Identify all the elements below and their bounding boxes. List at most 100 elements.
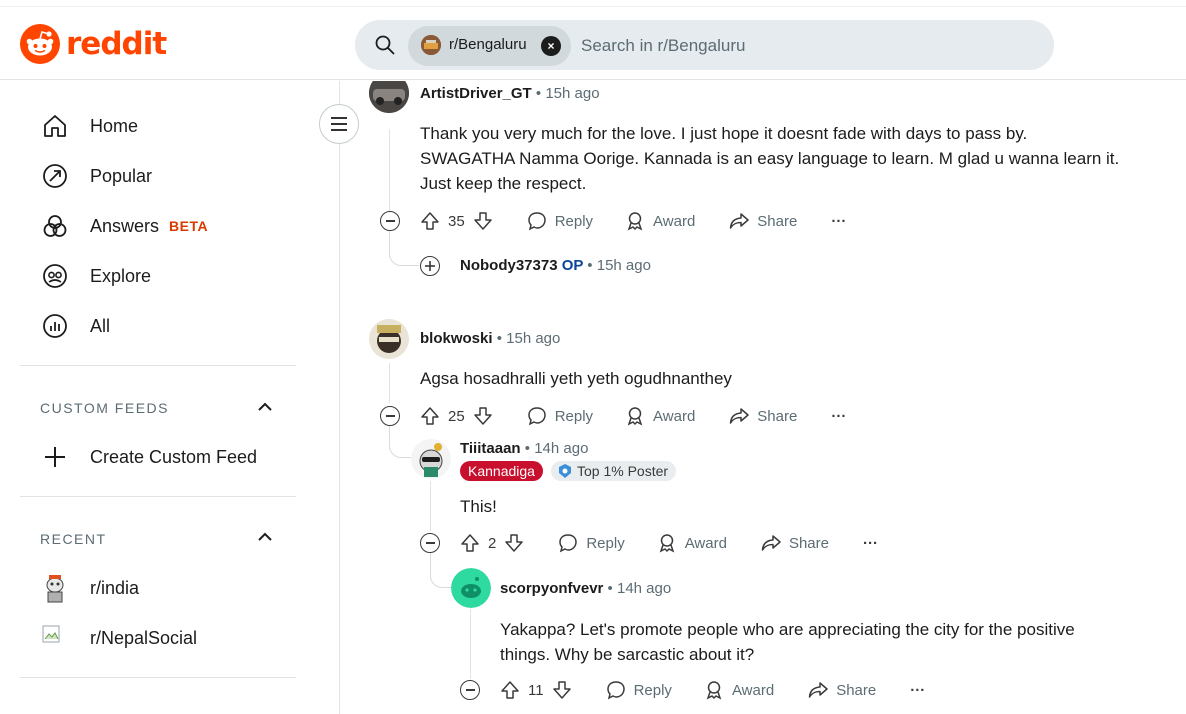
separator: • [607,580,613,597]
chevron-up-icon[interactable] [256,528,274,546]
create-custom-feed-button[interactable]: Create Custom Feed [40,437,257,477]
downvote-icon [473,212,492,230]
upvote-button[interactable] [460,533,488,553]
more-options-button[interactable]: ··· [863,535,878,552]
thread-line[interactable] [389,363,390,403]
comment-time[interactable]: 15h ago [545,85,599,102]
avatar[interactable] [369,81,409,113]
comment-time[interactable]: 15h ago [506,330,560,347]
recent-item-india[interactable]: r/india [40,568,139,608]
comment-author-row: Nobody37373 OP • 15h ago [460,257,651,274]
award-button[interactable]: Award [625,211,695,231]
downvote-button[interactable] [473,406,501,426]
author-name[interactable]: ArtistDriver_GT [420,85,532,102]
collapse-thread-button[interactable] [380,211,400,231]
recent-title: RECENT [40,531,107,547]
popular-icon [40,161,70,191]
sidebar-item-popular[interactable]: Popular [40,156,152,196]
award-button[interactable]: Award [657,533,727,553]
sidebar-item-label: Popular [90,165,153,186]
sidebar-item-home[interactable]: Home [40,106,138,146]
downvote-button[interactable] [552,680,580,700]
close-icon[interactable]: × [541,36,561,56]
share-icon [761,535,781,551]
share-label: Share [757,212,798,230]
thread-line[interactable] [389,129,390,217]
sidebar-item-all[interactable]: All [40,306,110,346]
reply-icon [527,212,546,231]
reply-icon [559,534,578,553]
share-button[interactable]: Share [729,211,797,231]
top-bar: reddit r/Bengaluru × Search in r/Bengalu… [0,0,1186,80]
more-options-button[interactable]: ··· [831,213,846,230]
award-button[interactable]: Award [704,680,774,700]
all-icon [40,311,70,341]
sidebar-item-answers[interactable]: Answers BETA [40,206,208,246]
snoo-icon [20,24,60,64]
sidebar-item-label: Explore [90,265,152,286]
chevron-up-icon[interactable] [256,398,274,416]
upvote-button[interactable] [500,680,528,700]
reddit-logo[interactable]: reddit [20,24,167,64]
reply-button[interactable]: Reply [558,533,625,553]
author-name[interactable]: Tiiitaaan [460,440,521,457]
reply-button[interactable]: Reply [527,406,593,426]
reply-label: Reply [633,681,672,699]
separator: • [496,330,502,347]
thread-connector [389,231,419,266]
author-name[interactable]: blokwoski [420,330,493,347]
vote-count: 35 [448,212,465,230]
award-icon [627,407,643,426]
upvote-button[interactable] [420,211,448,231]
more-options-button[interactable]: ··· [831,408,846,425]
collapse-thread-button[interactable] [420,533,440,553]
thread-line[interactable] [470,609,471,679]
sidebar-item-explore[interactable]: Explore [40,256,151,296]
share-label: Share [788,534,829,552]
share-button[interactable]: Share [808,680,876,700]
badge-label: Top 1% Poster [577,463,669,479]
explore-icon [40,261,70,291]
reply-button[interactable]: Reply [527,211,593,231]
separator: • [524,440,531,457]
downvote-button[interactable] [504,533,532,553]
thread-line[interactable] [430,481,431,531]
separator: • [535,85,542,102]
comment-actions: 11 Reply Award Share ··· [500,678,925,702]
collapse-thread-button[interactable] [460,680,480,700]
share-button[interactable]: Share [761,533,829,553]
author-name[interactable]: scorpyonfvevr [500,580,603,597]
comment-time[interactable]: 14h ago [617,580,671,597]
comment-actions: 2 Reply Award Share ··· [460,531,878,555]
comment-time[interactable]: 14h ago [534,440,588,457]
expand-thread-button[interactable] [420,256,440,276]
vote-count: 2 [488,534,497,552]
reply-button[interactable]: Reply [606,680,672,700]
comment-line: Thank you very much for the love. I just… [420,124,1028,143]
broken-image-icon [40,623,70,653]
reply-icon [527,407,546,426]
author-name[interactable]: Nobody37373 [460,257,558,274]
left-sidebar: Home Popular Answers BETA Explore All CU… [0,81,340,714]
answers-icon [40,211,70,241]
avatar[interactable] [451,568,491,608]
comment-thread: ArtistDriver_GT • 15h ago Thank you very… [341,81,1186,714]
comment-body: Agsa hosadhralli yeth yeth ogudhnanthey [420,366,732,391]
search-input[interactable]: Search in r/Bengaluru [581,36,745,56]
user-flair: Kannadiga [460,461,543,481]
upvote-icon [421,212,439,230]
thread-connector [430,553,452,588]
comment-time[interactable]: 15h ago [597,257,651,274]
collapse-thread-button[interactable] [380,406,400,426]
downvote-button[interactable] [473,211,501,231]
plus-icon [40,442,70,472]
upvote-button[interactable] [420,406,448,426]
award-button[interactable]: Award [625,406,695,426]
upvote-icon [501,681,519,699]
more-options-button[interactable]: ··· [910,682,925,699]
sidebar-divider [20,496,296,497]
avatar[interactable] [369,319,409,359]
share-button[interactable]: Share [729,406,797,426]
recent-item-nepalsocial[interactable]: r/NepalSocial [40,618,197,658]
avatar[interactable] [411,439,451,479]
